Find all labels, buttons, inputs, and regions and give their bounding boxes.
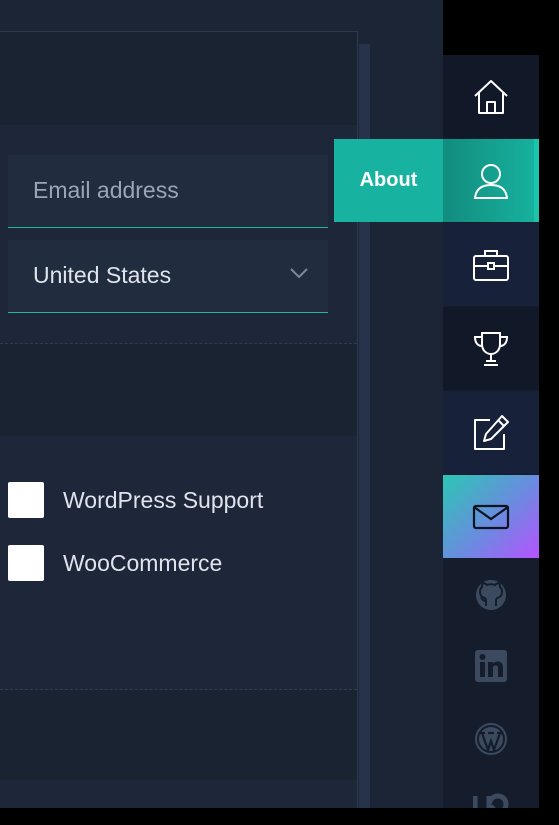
country-select[interactable]: United States bbox=[8, 240, 328, 313]
edit-icon bbox=[474, 414, 509, 450]
country-value: United States bbox=[33, 262, 172, 288]
user-icon bbox=[473, 163, 509, 199]
side-navigation bbox=[443, 55, 539, 808]
briefcase-icon bbox=[473, 249, 509, 281]
wordpress-icon bbox=[475, 723, 507, 755]
checkbox[interactable] bbox=[8, 545, 44, 581]
main-content: Email address United States WordPress Su… bbox=[0, 0, 443, 808]
linkedin-icon bbox=[475, 650, 507, 682]
checkbox-label: WordPress Support bbox=[63, 487, 264, 513]
email-placeholder: Email address bbox=[33, 177, 179, 203]
github-icon bbox=[476, 580, 506, 610]
trophy-icon bbox=[473, 331, 509, 366]
checkbox[interactable] bbox=[8, 482, 44, 518]
checkbox-label: WooCommerce bbox=[63, 550, 223, 576]
nav-item-awards[interactable] bbox=[443, 307, 539, 390]
nav-item-contact[interactable] bbox=[443, 475, 539, 558]
home-icon bbox=[474, 79, 508, 114]
upwork-link[interactable] bbox=[443, 790, 539, 808]
nav-tooltip-label: About bbox=[359, 169, 418, 191]
nav-item-about[interactable] bbox=[443, 139, 539, 222]
section-band bbox=[0, 344, 357, 436]
upwork-icon bbox=[473, 793, 509, 808]
panel-header bbox=[0, 32, 357, 125]
chevron-down-icon bbox=[290, 268, 308, 279]
nav-item-portfolio[interactable] bbox=[443, 223, 539, 306]
nav-item-home[interactable] bbox=[443, 55, 539, 138]
wordpress-link[interactable] bbox=[443, 719, 539, 759]
mail-icon bbox=[472, 504, 510, 529]
nav-item-blog[interactable] bbox=[443, 391, 539, 474]
github-link[interactable] bbox=[443, 575, 539, 615]
email-field[interactable]: Email address bbox=[8, 155, 328, 228]
nav-tooltip: About bbox=[334, 139, 443, 222]
linkedin-link[interactable] bbox=[443, 646, 539, 686]
section-band bbox=[0, 690, 357, 780]
